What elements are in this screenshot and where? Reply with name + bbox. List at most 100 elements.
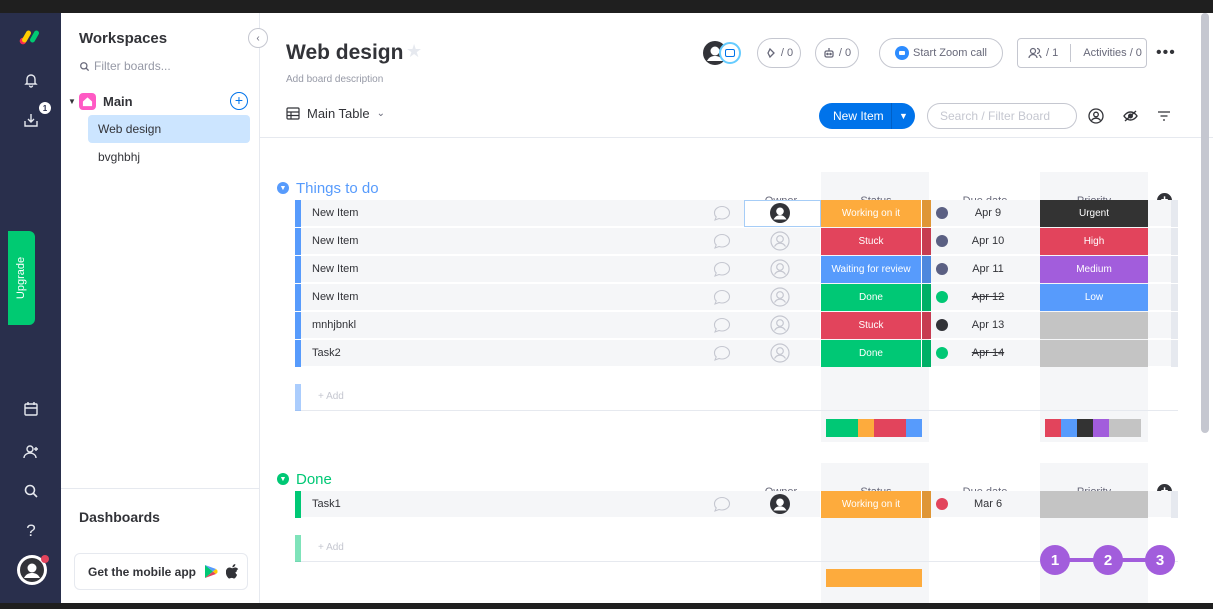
due-date-cell[interactable]: Apr 9 <box>963 207 1013 219</box>
group-title[interactable]: Things to do <box>296 180 379 197</box>
person-icon[interactable] <box>770 494 790 514</box>
integrations-button[interactable]: / 0 <box>757 38 801 68</box>
scrollbar[interactable] <box>1201 13 1209 433</box>
board-description[interactable]: Add board description <box>286 74 383 85</box>
chevron-down-icon[interactable]: ▼ <box>277 473 289 485</box>
get-mobile-app-button[interactable]: Get the mobile app <box>74 553 248 590</box>
due-date-cell[interactable]: Mar 6 <box>963 498 1013 510</box>
comment-bubble-icon[interactable] <box>713 496 731 512</box>
priority-cell[interactable] <box>1040 340 1148 367</box>
notifications-icon[interactable] <box>20 69 42 91</box>
activities-label[interactable]: Activities / 0 <box>1083 47 1142 59</box>
comment-bubble-icon[interactable] <box>713 345 731 361</box>
more-options-icon[interactable]: ••• <box>1156 44 1176 62</box>
step-3[interactable]: 3 <box>1145 545 1175 575</box>
table-row[interactable]: mnhjbnkl Stuck Apr 13 <box>295 312 1178 339</box>
item-name[interactable]: New Item <box>312 207 358 219</box>
search-icon <box>80 61 90 71</box>
group-header-done[interactable]: ▼ Done <box>277 469 332 489</box>
item-name[interactable]: New Item <box>312 235 358 247</box>
due-date-status-icon <box>936 498 948 510</box>
priority-cell[interactable]: Medium <box>1040 256 1148 283</box>
automations-button[interactable]: / 0 <box>815 38 859 68</box>
step-1[interactable]: 1 <box>1040 545 1070 575</box>
chevron-down-icon[interactable]: ▼ <box>277 182 289 194</box>
sort-filter-icon[interactable] <box>1153 105 1175 127</box>
chevron-down-icon[interactable]: ▼ <box>891 103 915 129</box>
inbox-icon[interactable] <box>20 109 42 131</box>
table-row[interactable]: New Item Stuck Apr 10 High <box>295 228 1178 255</box>
status-cell[interactable]: Working on it <box>821 200 922 227</box>
status-cell[interactable]: Stuck <box>821 312 922 339</box>
step-2[interactable]: 2 <box>1093 545 1123 575</box>
priority-cell[interactable]: Low <box>1040 284 1148 311</box>
workspace-main[interactable]: ▼ Main <box>65 91 250 111</box>
caret-down-icon[interactable]: ▼ <box>65 97 79 106</box>
due-date-status-icon <box>936 291 948 303</box>
person-icon[interactable] <box>770 259 790 279</box>
due-date-cell[interactable]: Apr 10 <box>963 235 1013 247</box>
person-icon[interactable] <box>770 231 790 251</box>
members-activities-group[interactable]: / 1 Activities / 0 <box>1017 38 1147 68</box>
priority-cell[interactable]: High <box>1040 228 1148 255</box>
add-item-row[interactable]: + Add <box>295 384 1178 411</box>
status-cell[interactable]: Working on it <box>821 491 922 518</box>
board-item-web-design[interactable]: Web design <box>88 115 250 143</box>
group-header-things-to-do[interactable]: ▼ Things to do <box>277 178 379 198</box>
help-icon[interactable]: ? <box>20 520 42 542</box>
table-row[interactable]: Task1 Working on it Mar 6 <box>295 491 1178 518</box>
hide-columns-icon[interactable] <box>1119 105 1141 127</box>
comment-bubble-icon[interactable] <box>713 289 731 305</box>
comment-bubble-icon[interactable] <box>713 317 731 333</box>
avatar-status-dot <box>41 555 49 563</box>
due-date-cell[interactable]: Apr 11 <box>963 263 1013 275</box>
person-filter-icon[interactable] <box>1085 105 1107 127</box>
comment-bubble-icon[interactable] <box>713 205 731 221</box>
table-row[interactable]: New Item Waiting for review Apr 11 Medium <box>295 256 1178 283</box>
dashboards-section[interactable]: Dashboards <box>61 488 260 543</box>
item-name[interactable]: Task1 <box>312 498 341 510</box>
table-row[interactable]: Task2 Done Apr 14 <box>295 340 1178 367</box>
table-row[interactable]: New Item Working on it Apr 9 Urgent <box>295 200 1178 227</box>
board-title[interactable]: Web design <box>286 41 403 65</box>
monday-logo[interactable] <box>18 27 46 47</box>
new-item-button[interactable]: New Item ▼ <box>819 103 915 129</box>
integrations-avatar-group[interactable] <box>703 41 745 65</box>
item-name[interactable]: New Item <box>312 291 358 303</box>
summary-medium <box>1093 419 1109 437</box>
priority-cell[interactable]: Urgent <box>1040 200 1148 227</box>
item-name[interactable]: New Item <box>312 263 358 275</box>
view-selector[interactable]: Main Table ⌄ <box>286 106 385 121</box>
group-title[interactable]: Done <box>296 471 332 488</box>
status-cell[interactable]: Waiting for review <box>821 256 922 283</box>
invite-members-icon[interactable] <box>20 441 42 463</box>
star-icon[interactable]: ★ <box>406 41 422 62</box>
filter-boards-input[interactable]: Filter boards... <box>79 59 171 73</box>
comment-bubble-icon[interactable] <box>713 261 731 277</box>
item-name[interactable]: Task2 <box>312 347 341 359</box>
search-filter-input[interactable]: Search / Filter Board <box>927 103 1077 129</box>
zoom-label: Start Zoom call <box>913 47 987 59</box>
board-item-bvghbhj[interactable]: bvghbhj <box>88 143 250 171</box>
due-date-cell[interactable]: Apr 13 <box>963 319 1013 331</box>
due-date-cell[interactable]: Apr 14 <box>963 347 1013 359</box>
start-zoom-call-button[interactable]: Start Zoom call <box>879 38 1003 68</box>
add-board-button[interactable]: + <box>230 92 248 110</box>
comment-bubble-icon[interactable] <box>713 233 731 249</box>
person-icon[interactable] <box>770 287 790 307</box>
person-icon[interactable] <box>770 343 790 363</box>
item-name[interactable]: mnhjbnkl <box>312 319 356 331</box>
person-icon[interactable] <box>770 315 790 335</box>
person-icon[interactable] <box>770 203 790 223</box>
status-cell[interactable]: Stuck <box>821 228 922 255</box>
status-cell[interactable]: Done <box>821 284 922 311</box>
automations-count: / 0 <box>838 47 852 59</box>
status-cell[interactable]: Done <box>821 340 922 367</box>
upgrade-button[interactable]: Upgrade <box>8 231 35 325</box>
due-date-cell[interactable]: Apr 12 <box>963 291 1013 303</box>
priority-cell[interactable] <box>1040 312 1148 339</box>
priority-cell[interactable] <box>1040 491 1148 518</box>
my-work-icon[interactable] <box>20 398 42 420</box>
search-icon[interactable] <box>20 480 42 502</box>
table-row[interactable]: New Item Done Apr 12 Low <box>295 284 1178 311</box>
